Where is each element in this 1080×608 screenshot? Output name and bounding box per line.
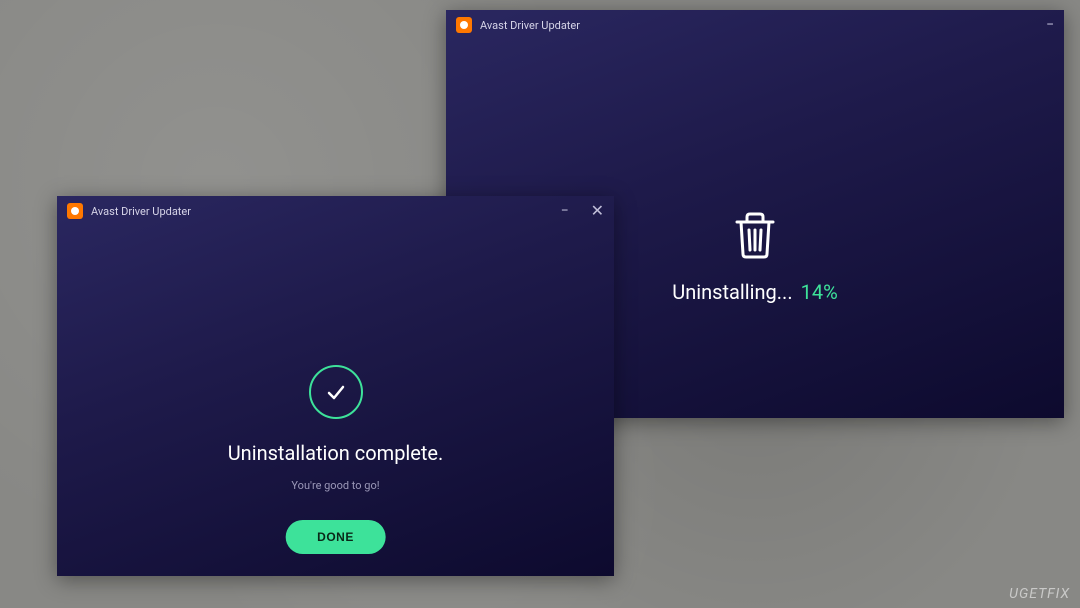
- logo-inner: [71, 207, 79, 215]
- titlebar-left: Avast Driver Updater: [456, 17, 580, 33]
- titlebar-controls: − ✕: [561, 203, 604, 219]
- titlebar-left: Avast Driver Updater: [67, 203, 191, 219]
- complete-subtext: You're good to go!: [291, 479, 379, 492]
- window-title: Avast Driver Updater: [91, 205, 191, 218]
- watermark: UGETFIX: [1009, 586, 1070, 602]
- titlebar[interactable]: Avast Driver Updater −: [446, 10, 1064, 40]
- avast-logo-icon: [67, 203, 83, 219]
- close-button[interactable]: ✕: [591, 203, 604, 219]
- window-title: Avast Driver Updater: [480, 19, 580, 32]
- minimize-button[interactable]: −: [561, 204, 569, 218]
- complete-content: Uninstallation complete. You're good to …: [57, 226, 614, 576]
- check-circle-icon: [309, 365, 363, 419]
- complete-headline: Uninstallation complete.: [228, 441, 444, 465]
- titlebar[interactable]: Avast Driver Updater − ✕: [57, 196, 614, 226]
- trash-icon: [733, 210, 777, 260]
- logo-inner: [460, 21, 468, 29]
- uninstalling-status: Uninstalling... 14%: [672, 280, 838, 304]
- progress-percent: 14%: [801, 280, 838, 304]
- avast-logo-icon: [456, 17, 472, 33]
- status-label: Uninstalling...: [672, 280, 792, 304]
- minimize-button[interactable]: −: [1046, 18, 1054, 32]
- titlebar-controls: −: [1046, 18, 1054, 32]
- window-complete: Avast Driver Updater − ✕ Uninstallation …: [57, 196, 614, 576]
- done-button[interactable]: DONE: [285, 520, 386, 554]
